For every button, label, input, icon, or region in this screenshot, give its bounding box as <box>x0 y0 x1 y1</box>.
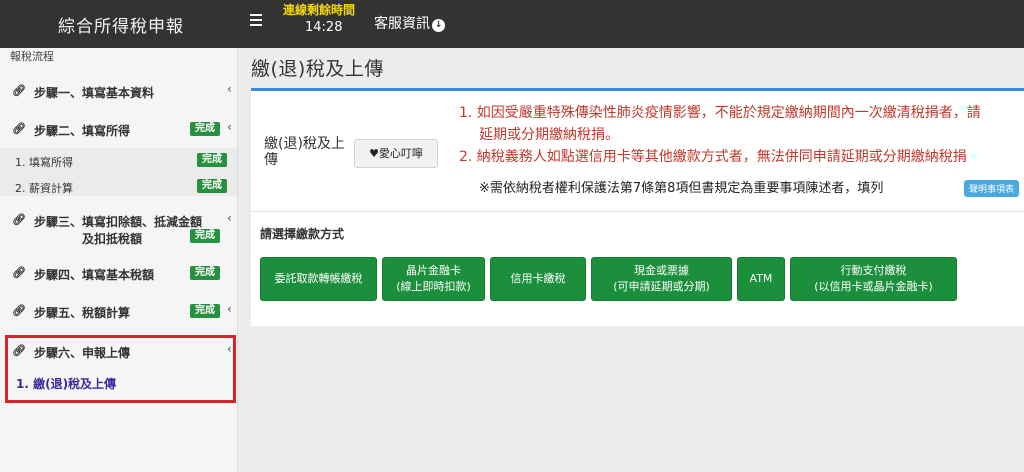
sidebar-subitem-active[interactable]: 1. 繳(退)稅及上傳 <box>16 375 116 392</box>
button-sublabel: (以信用卡或晶片金融卡) <box>814 280 933 293</box>
pay-credit-card-button[interactable]: 信用卡繳稅 <box>490 257 586 301</box>
status-badge: 完成 <box>190 229 220 243</box>
button-label: 委託取款轉帳繳稅 <box>274 272 363 285</box>
heart-icon: ♥ <box>369 147 379 160</box>
chevron-left-icon: ‹ <box>227 302 232 316</box>
pay-mobile-button[interactable]: 行動支付繳稅 (以信用卡或晶片金融卡) <box>790 257 957 301</box>
step-label: 步驟六、申報上傳 <box>34 346 131 360</box>
button-label: ATM <box>749 272 773 285</box>
session-timer-value: 14:28 <box>305 20 343 35</box>
love-reminder-button[interactable]: ♥愛心叮嚀 <box>354 139 438 168</box>
step-label: 步驟二、填寫所得 <box>34 124 131 138</box>
step-label: 步驟四、填寫基本稅額 <box>34 268 155 282</box>
row-label: 繳(退)稅及上傳 <box>264 136 345 168</box>
step-label: 步驟三、填寫扣除額、抵減金額 <box>34 215 203 229</box>
divider <box>251 211 1024 212</box>
button-label: 行動支付繳稅 <box>840 264 907 277</box>
chevron-left-icon: ‹ <box>227 211 232 225</box>
link-icon: 🔗︎ <box>12 122 26 135</box>
button-sublabel: (可申請延期或分期) <box>613 280 710 293</box>
declaration-form-link[interactable]: 聲明事項表 <box>964 180 1020 197</box>
sidebar: 報稅流程 🔗︎ 步驟一、填寫基本資料 ‹ 🔗︎ 步驟二、填寫所得 完成 ‹ 1.… <box>0 48 238 472</box>
pay-cash-check-button[interactable]: 現金或票據 (可申請延期或分期) <box>591 257 732 301</box>
page-title: 繳(退)稅及上傳 <box>251 58 384 80</box>
status-badge: 完成 <box>197 153 227 167</box>
button-label: 現金或票據 <box>634 264 689 277</box>
status-badge: 完成 <box>190 266 220 280</box>
chevron-left-icon: ‹ <box>227 120 232 134</box>
payment-method-label: 請選擇繳款方式 <box>260 227 345 241</box>
status-badge: 完成 <box>190 304 220 318</box>
chevron-left-icon: ‹ <box>227 342 232 356</box>
link-icon: 🔗︎ <box>12 84 26 97</box>
customer-service-link[interactable]: 客服資訊 ↓ <box>374 13 445 33</box>
status-badge: 完成 <box>197 179 227 193</box>
button-label: 信用卡繳稅 <box>510 272 566 285</box>
status-badge: 完成 <box>190 122 220 136</box>
step-label-line2: 及扣抵稅額 <box>82 232 143 246</box>
link-icon: 🔗︎ <box>12 304 26 317</box>
session-timer-label: 連線剩餘時間 <box>283 3 356 17</box>
subitem-label: 1. 填寫所得 <box>15 156 73 169</box>
notice-line-1: 1. 如因受嚴重特殊傳染性肺炎疫情影響，不能於規定繳納期間內一次繳清稅捐者，請 <box>459 105 981 121</box>
top-bar: 綜合所得稅申報 連線剩餘時間 14:28 客服資訊 ↓ <box>0 0 1024 48</box>
love-reminder-label: 愛心叮嚀 <box>378 147 423 160</box>
chevron-left-icon: ‹ <box>227 82 232 96</box>
link-icon: 🔗︎ <box>12 266 26 279</box>
notice-line-2: 延期或分期繳納稅捐。 <box>479 127 619 143</box>
link-icon: 🔗︎ <box>12 344 26 357</box>
sidebar-header: 報稅流程 <box>10 50 54 63</box>
subitem-label: 2. 薪資計算 <box>15 182 73 195</box>
link-icon: 🔗︎ <box>12 213 26 226</box>
step-label: 步驟一、填寫基本資料 <box>34 86 155 100</box>
hamburger-menu-icon[interactable] <box>250 11 264 29</box>
app-title: 綜合所得稅申報 <box>58 17 184 37</box>
pay-chip-card-button[interactable]: 晶片金融卡 (線上即時扣款) <box>382 257 485 301</box>
arrow-down-circle-icon: ↓ <box>432 19 445 32</box>
customer-service-label: 客服資訊 <box>374 16 430 32</box>
pay-bank-transfer-button[interactable]: 委託取款轉帳繳稅 <box>260 257 377 301</box>
pay-atm-button[interactable]: ATM <box>737 257 785 301</box>
legal-note: ※需依納稅者權利保護法第7條第8項但書規定為重要事項陳述者，填列 <box>479 181 884 196</box>
button-sublabel: (線上即時扣款) <box>396 280 471 293</box>
notice-line-3: 2. 納稅義務人如點選信用卡等其他繳款方式者，無法併同申請延期或分期繳納稅捐 <box>459 149 967 165</box>
step-label: 步驟五、稅額計算 <box>34 306 131 320</box>
content-panel: 繳(退)稅及上傳 ♥愛心叮嚀 1. 如因受嚴重特殊傳染性肺炎疫情影響，不能於規定… <box>251 88 1024 326</box>
button-label: 晶片金融卡 <box>406 264 461 277</box>
